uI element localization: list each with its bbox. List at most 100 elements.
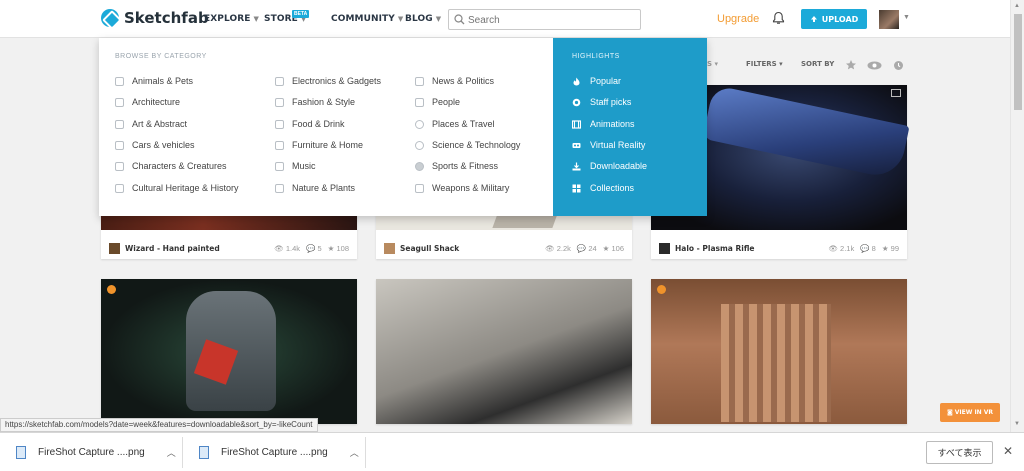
category-label: Nature & Plants	[292, 183, 356, 193]
highlight-virtual-reality[interactable]: Virtual Reality	[572, 140, 645, 150]
comments-value: 8	[871, 243, 876, 253]
nav-explore[interactable]: EXPLORE ▼	[204, 14, 259, 24]
file-icon	[199, 446, 209, 459]
highlight-label: Virtual Reality	[590, 140, 646, 150]
search-box[interactable]	[448, 9, 641, 30]
views-count: 👁 2.2k	[545, 243, 571, 253]
download-item[interactable]: FireShot Capture ....png ︿	[16, 433, 176, 471]
author-avatar[interactable]	[384, 242, 395, 254]
category-label: Furniture & Home	[292, 140, 364, 150]
sort-bar-chevron-icon[interactable]: S ▾	[707, 60, 718, 68]
hanger-icon	[275, 97, 284, 107]
upload-arrow-icon	[810, 16, 817, 22]
category-food-drink[interactable]: Food & Drink	[275, 119, 345, 129]
category-label: Characters & Creatures	[132, 161, 227, 171]
category-cultural-heritage[interactable]: Cultural Heritage & History	[115, 183, 239, 193]
flame-icon	[573, 77, 580, 85]
category-people[interactable]: People	[415, 97, 460, 107]
user-avatar[interactable]	[879, 10, 899, 29]
highlight-downloadable[interactable]: Downloadable	[572, 161, 647, 171]
close-icon[interactable]: ✕	[1003, 444, 1013, 458]
highlight-collections[interactable]: Collections	[572, 183, 634, 193]
highlight-label: Staff picks	[590, 97, 632, 107]
chevron-up-icon[interactable]: ︿	[167, 446, 176, 459]
category-characters-creatures[interactable]: Characters & Creatures	[115, 161, 227, 171]
category-furniture-home[interactable]: Furniture & Home	[275, 140, 363, 150]
category-art-abstract[interactable]: Art & Abstract	[115, 119, 187, 129]
category-weapons-military[interactable]: Weapons & Military	[415, 183, 509, 193]
highlight-animations[interactable]: Animations	[572, 119, 635, 129]
category-fashion-style[interactable]: Fashion & Style	[275, 97, 355, 107]
model-name[interactable]: Halo - Plasma Rifle	[675, 244, 828, 253]
downloadable-badge-icon	[657, 285, 666, 294]
page-scrollbar[interactable]: ▲ ▼	[1010, 0, 1024, 432]
category-label: Electronics & Gadgets	[292, 76, 382, 86]
views-count: 👁 1.4k	[274, 243, 301, 253]
model-thumbnail[interactable]	[376, 279, 632, 424]
highlight-staff-picks[interactable]: Staff picks	[572, 97, 631, 107]
comments-count: 💬 5	[306, 243, 322, 253]
scrollbar-thumb[interactable]	[1014, 14, 1022, 110]
download-filename: FireShot Capture ....png	[38, 447, 145, 458]
views-count: 👁 2.1k	[828, 243, 855, 253]
model-stats: 👁 1.4k 💬 5 ★ 108	[274, 244, 349, 253]
model-stats: 👁 2.2k 💬 24 ★ 106	[545, 244, 624, 253]
model-name[interactable]: Seagull Shack	[400, 244, 545, 253]
chevron-up-icon[interactable]: ︿	[350, 446, 359, 459]
likes-value: 99	[890, 243, 899, 253]
model-thumbnail[interactable]	[101, 279, 357, 424]
category-electronics-gadgets[interactable]: Electronics & Gadgets	[275, 76, 381, 86]
likes-value: 106	[611, 243, 624, 253]
model-name[interactable]: Wizard - Hand painted	[125, 244, 274, 253]
badge-icon	[572, 98, 581, 106]
model-card[interactable]	[376, 279, 632, 424]
scroll-down-arrow-icon[interactable]: ▼	[1014, 421, 1020, 427]
likes-value: 108	[336, 243, 349, 253]
filters-button[interactable]: FILTERS ▾	[746, 60, 783, 68]
logo-text: Sketchfab	[124, 9, 209, 27]
sketchfab-logo[interactable]: Sketchfab	[101, 9, 209, 27]
nav-blog[interactable]: BLOG ▼	[405, 14, 441, 24]
search-input[interactable]	[468, 13, 638, 27]
download-icon	[572, 162, 581, 170]
highlight-popular[interactable]: Popular	[572, 76, 621, 86]
category-animals-pets[interactable]: Animals & Pets	[115, 76, 193, 86]
category-cars-vehicles[interactable]: Cars & vehicles	[115, 140, 195, 150]
scroll-up-arrow-icon[interactable]: ▲	[1014, 3, 1020, 9]
car-icon	[115, 140, 124, 150]
category-music[interactable]: Music	[275, 161, 316, 171]
category-label: Cars & vehicles	[132, 140, 195, 150]
globe-icon	[415, 119, 424, 129]
chip-icon	[275, 76, 284, 86]
figure-icon	[115, 161, 124, 171]
category-nature-plants[interactable]: Nature & Plants	[275, 183, 355, 193]
category-places-travel[interactable]: Places & Travel	[415, 119, 495, 129]
category-science-technology[interactable]: Science & Technology	[415, 140, 520, 150]
upload-button[interactable]: UPLOAD	[801, 9, 867, 29]
bell-icon[interactable]	[772, 11, 785, 25]
newspaper-icon	[415, 76, 424, 86]
upgrade-link[interactable]: Upgrade	[717, 13, 759, 25]
category-news-politics[interactable]: News & Politics	[415, 76, 494, 86]
category-architecture[interactable]: Architecture	[115, 97, 180, 107]
highlight-label: Collections	[590, 183, 635, 193]
author-avatar[interactable]	[659, 242, 670, 254]
museum-icon	[115, 183, 124, 193]
category-sports-fitness[interactable]: Sports & Fitness	[415, 161, 498, 171]
star-icon[interactable]	[845, 59, 857, 71]
clock-icon[interactable]	[893, 60, 904, 71]
view-in-vr-button[interactable]: ◙ VIEW IN VR	[940, 403, 1000, 422]
eye-icon[interactable]	[867, 61, 882, 70]
downloadable-badge-icon	[107, 285, 116, 294]
show-all-button[interactable]: すべて表示	[926, 441, 993, 464]
people-icon	[415, 97, 424, 107]
nav-community[interactable]: COMMUNITY ▼	[331, 14, 403, 24]
download-item[interactable]: FireShot Capture ....png ︿	[199, 433, 359, 471]
search-icon	[454, 14, 465, 25]
model-card[interactable]	[101, 279, 357, 424]
chevron-down-icon[interactable]: ▼	[903, 14, 910, 21]
sort-by-label: SORT BY	[801, 60, 835, 68]
model-card[interactable]	[651, 279, 907, 424]
author-avatar[interactable]	[109, 242, 120, 254]
model-thumbnail[interactable]	[651, 279, 907, 424]
